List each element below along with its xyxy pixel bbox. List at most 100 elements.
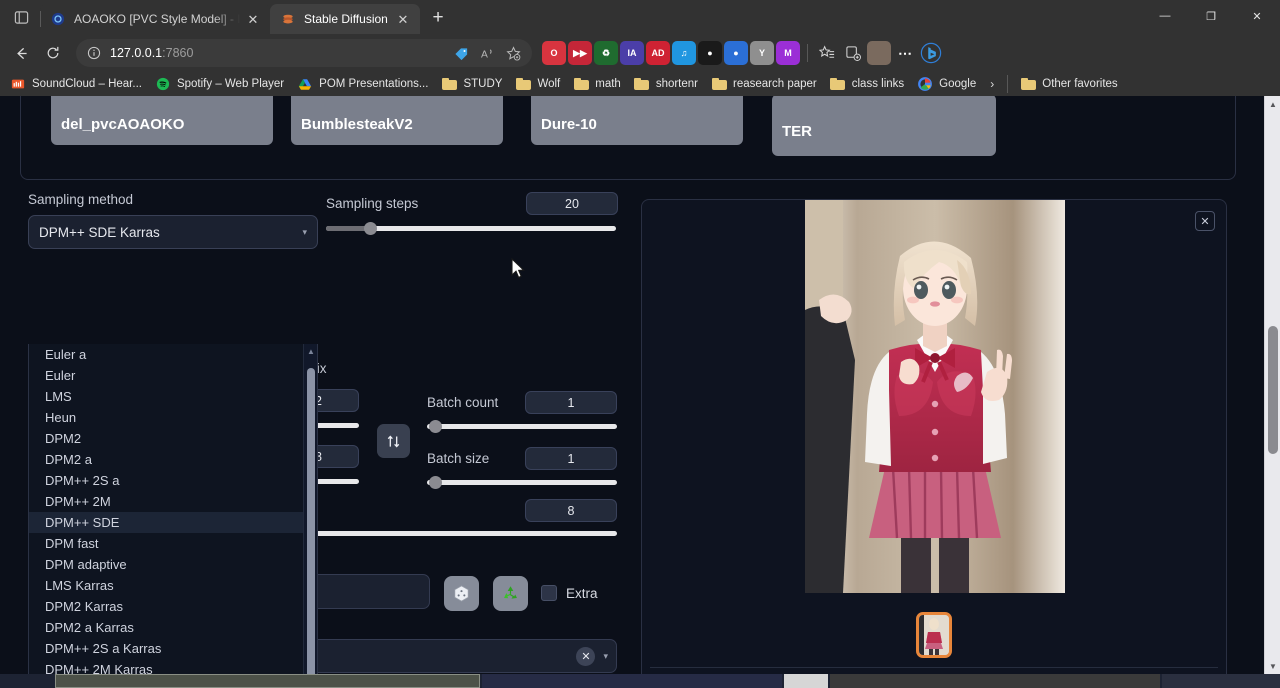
- sampling-steps-slider[interactable]: [326, 221, 616, 235]
- generated-image[interactable]: [805, 200, 1065, 593]
- tab-close-icon[interactable]: ✕: [394, 10, 412, 28]
- scroll-down-icon[interactable]: ▼: [1265, 658, 1280, 674]
- slider-knob[interactable]: [364, 222, 377, 235]
- monkey-extension-icon[interactable]: M: [776, 41, 800, 65]
- dropdown-option-dpm2-a-karras[interactable]: DPM2 a Karras: [29, 617, 311, 638]
- reload-icon[interactable]: [38, 38, 68, 68]
- batch-size-slider[interactable]: [427, 475, 617, 489]
- taskbar-item-browser[interactable]: [482, 674, 782, 688]
- dropdown-option-lms[interactable]: LMS: [29, 386, 311, 407]
- scroll-up-icon[interactable]: ▲: [1265, 96, 1280, 112]
- extra-checkbox-group[interactable]: Extra: [541, 585, 598, 601]
- batch-size-value[interactable]: 1: [525, 447, 617, 470]
- info-circle-icon[interactable]: [86, 45, 102, 61]
- styles-select[interactable]: ✕ ▾: [300, 639, 617, 673]
- tab-close-icon[interactable]: ✕: [244, 10, 262, 28]
- video-speed-extension-icon[interactable]: ▶▶: [568, 41, 592, 65]
- cfg-scale-slider[interactable]: [300, 526, 617, 540]
- bookmark-spotify[interactable]: Spotify – Web Player: [149, 74, 290, 94]
- swap-dimensions-button[interactable]: [377, 424, 410, 458]
- model-card-1[interactable]: BumblesteakV2: [291, 96, 503, 145]
- slider-knob[interactable]: [429, 476, 442, 489]
- dropdown-option-heun[interactable]: Heun: [29, 407, 311, 428]
- trash-extension-icon[interactable]: ♻: [594, 41, 618, 65]
- collections-icon[interactable]: [841, 41, 865, 65]
- page-scrollbar[interactable]: ▲ ▼: [1264, 96, 1280, 674]
- model-card-3[interactable]: TER: [772, 96, 996, 156]
- opera-extension-icon[interactable]: O: [542, 41, 566, 65]
- colorpick-extension-icon[interactable]: ●: [724, 41, 748, 65]
- dropdown-option-dpm-2s-a[interactable]: DPM++ 2S a: [29, 470, 311, 491]
- favorites-icon[interactable]: [815, 41, 839, 65]
- scroll-up-icon[interactable]: ▲: [304, 344, 318, 358]
- model-card-0[interactable]: model_pvcstyle del_pvcAOAOKO: [51, 96, 273, 145]
- read-aloud-icon[interactable]: A: [476, 42, 498, 64]
- taskbar-item-terminal[interactable]: [830, 674, 1160, 688]
- dropdown-option-dpm-2s-a-karras[interactable]: DPM++ 2S a Karras: [29, 638, 311, 659]
- dropdown-option-dpm-2m[interactable]: DPM++ 2M: [29, 491, 311, 512]
- taskbar-system-tray[interactable]: [1162, 674, 1280, 688]
- taskbar-item-explorer[interactable]: [55, 674, 480, 688]
- dropdown-option-dpm-adaptive[interactable]: DPM adaptive: [29, 554, 311, 575]
- add-favorite-icon[interactable]: [502, 42, 524, 64]
- bookmark-shortenr[interactable]: shortenr: [628, 74, 704, 94]
- scrollbar-thumb[interactable]: [1268, 326, 1278, 454]
- bookmark-study[interactable]: STUDY: [435, 74, 508, 94]
- cfg-scale-value[interactable]: 8: [525, 499, 617, 522]
- adblock-extension-icon[interactable]: AD: [646, 41, 670, 65]
- dropdown-scroll-thumb[interactable]: [307, 368, 315, 674]
- avatar[interactable]: [867, 41, 891, 65]
- browser-menu-icon[interactable]: ⋯: [893, 41, 917, 65]
- clear-icon[interactable]: ✕: [576, 647, 595, 666]
- dropdown-option-dpm-2m-karras[interactable]: DPM++ 2M Karras: [29, 659, 311, 674]
- bookmark-class-links[interactable]: class links: [824, 74, 910, 94]
- batch-count-value[interactable]: 1: [525, 391, 617, 414]
- extra-checkbox[interactable]: [541, 585, 557, 601]
- browser-tab-stable-diffusion[interactable]: Stable Diffusion ✕: [270, 4, 420, 34]
- bookmark-research-paper[interactable]: reasearch paper: [705, 74, 823, 94]
- new-tab-button[interactable]: +: [424, 4, 452, 32]
- seed-field[interactable]: [300, 574, 430, 609]
- maximize-button[interactable]: ❐: [1188, 0, 1234, 32]
- bookmark-other-favorites[interactable]: Other favorites: [1014, 74, 1123, 94]
- bing-copilot-icon[interactable]: [919, 41, 943, 65]
- internet-archive-extension-icon[interactable]: IA: [620, 41, 644, 65]
- dropdown-option-dpm-sde[interactable]: DPM++ SDE: [29, 512, 311, 533]
- bookmark-soundcloud[interactable]: SoundCloud – Hear...: [4, 74, 148, 94]
- bookmarks-overflow-icon[interactable]: ›: [983, 77, 1001, 91]
- address-bar[interactable]: 127.0.0.1:7860 A: [76, 39, 532, 67]
- bookmark-math[interactable]: math: [567, 74, 627, 94]
- y-extension-icon[interactable]: Y: [750, 41, 774, 65]
- browser-tab-aoaoko[interactable]: AOAOKO [PVC Style Model] - PV ✕: [40, 4, 270, 34]
- dropdown-option-dpm2-a[interactable]: DPM2 a: [29, 449, 311, 470]
- bookmark-google[interactable]: Google: [911, 74, 982, 94]
- shazam-extension-icon[interactable]: ♫: [672, 41, 696, 65]
- dropdown-scrollbar[interactable]: ▲ ▼: [303, 344, 317, 674]
- minimize-button[interactable]: —: [1142, 0, 1188, 32]
- shopping-tag-icon[interactable]: [450, 42, 472, 64]
- image-thumbnail[interactable]: [916, 612, 952, 658]
- random-seed-button[interactable]: [444, 576, 479, 611]
- sampling-method-dropdown[interactable]: Euler aEulerLMSHeunDPM2DPM2 aDPM++ 2S aD…: [28, 344, 318, 674]
- sampling-method-select[interactable]: DPM++ SDE Karras ▾: [28, 215, 318, 249]
- location-extension-icon[interactable]: ●: [698, 41, 722, 65]
- batch-count-slider[interactable]: [427, 419, 617, 433]
- bookmark-wolf[interactable]: Wolf: [509, 74, 566, 94]
- dropdown-option-dpm-fast[interactable]: DPM fast: [29, 533, 311, 554]
- dropdown-option-euler[interactable]: Euler: [29, 365, 311, 386]
- dropdown-option-dpm2[interactable]: DPM2: [29, 428, 311, 449]
- recycle-seed-button[interactable]: [493, 576, 528, 611]
- back-icon[interactable]: [6, 38, 36, 68]
- dropdown-option-lms-karras[interactable]: LMS Karras: [29, 575, 311, 596]
- model-card-2[interactable]: Dure-10: [531, 96, 743, 145]
- close-window-button[interactable]: ✕: [1234, 0, 1280, 32]
- close-preview-button[interactable]: ✕: [1195, 211, 1215, 231]
- sampling-steps-value[interactable]: 20: [526, 192, 618, 215]
- windows-taskbar[interactable]: [0, 674, 1280, 688]
- dropdown-option-dpm2-karras[interactable]: DPM2 Karras: [29, 596, 311, 617]
- taskbar-item-app[interactable]: [784, 674, 828, 688]
- tab-search-icon[interactable]: [8, 4, 34, 30]
- bookmark-pom-presentations[interactable]: POM Presentations...: [291, 74, 434, 94]
- slider-knob[interactable]: [429, 420, 442, 433]
- dropdown-option-euler-a[interactable]: Euler a: [29, 344, 311, 365]
